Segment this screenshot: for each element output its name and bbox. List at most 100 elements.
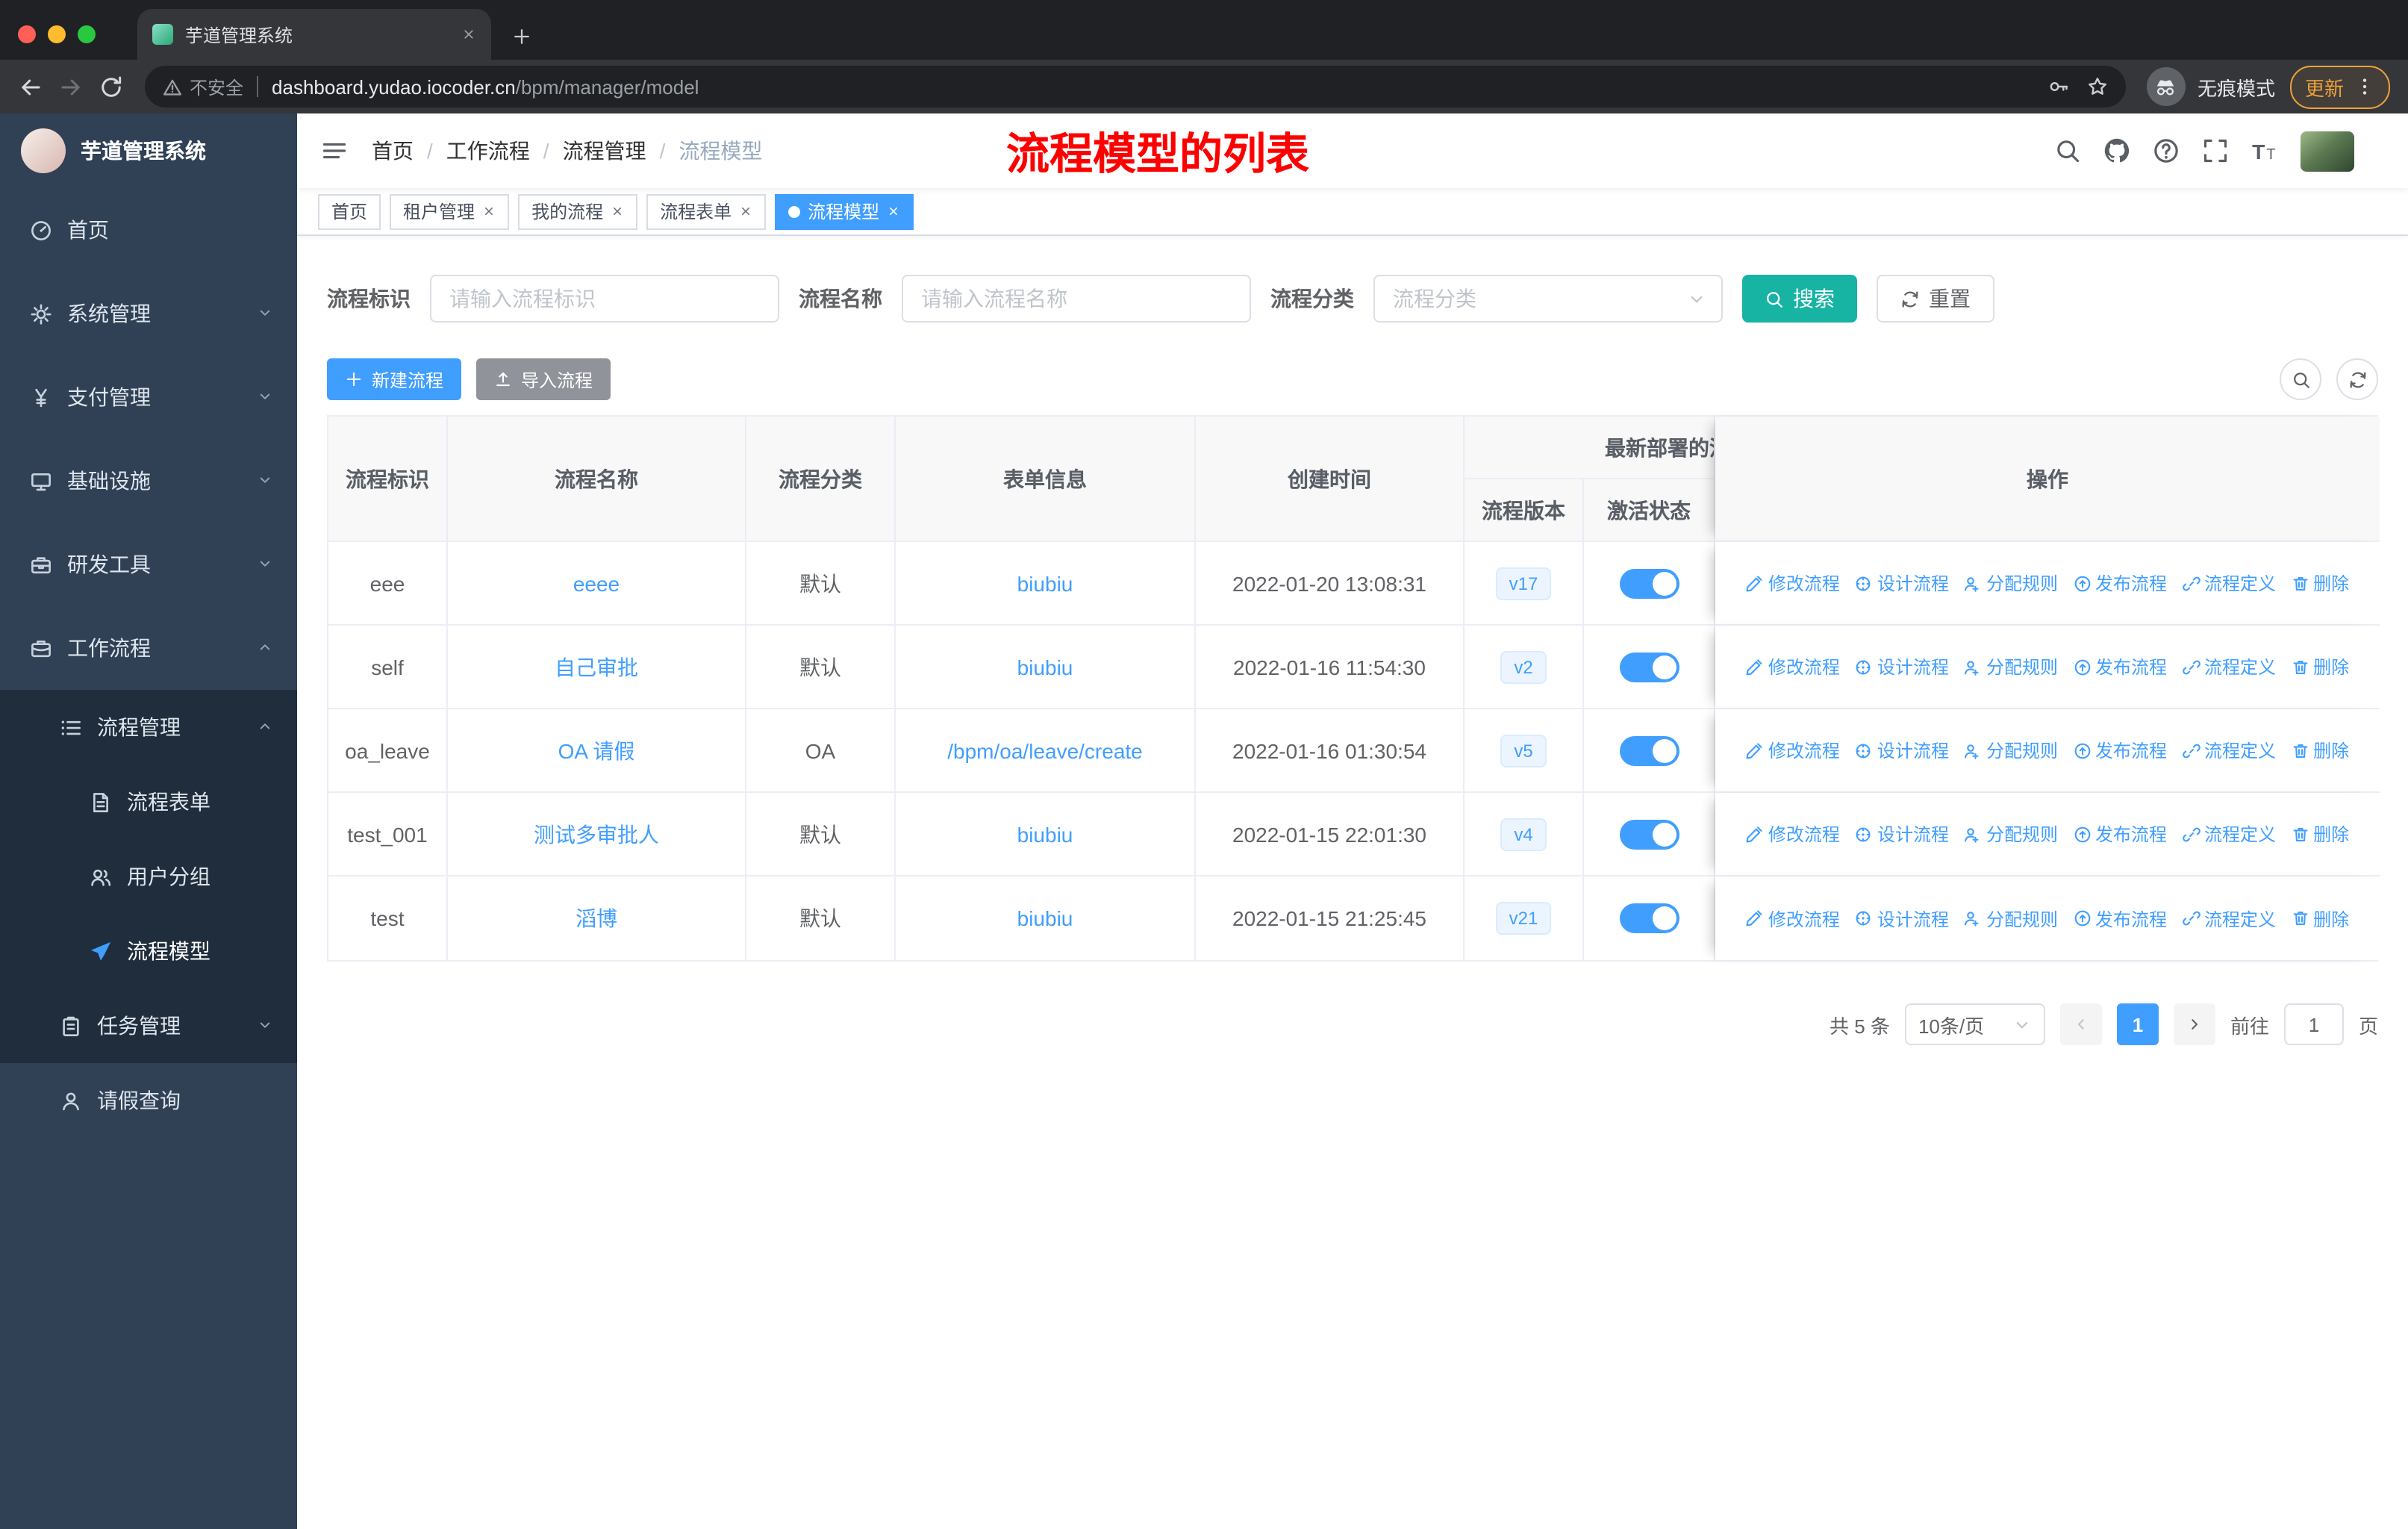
action-modify-process[interactable]: 修改流程 xyxy=(1746,738,1840,763)
create-process-button[interactable]: 新建流程 xyxy=(327,358,462,400)
category-select[interactable]: 流程分类 xyxy=(1373,275,1723,323)
help-icon[interactable] xyxy=(2153,137,2180,164)
form-info-link[interactable]: /bpm/oa/leave/create xyxy=(947,738,1143,762)
update-button[interactable]: 更新 xyxy=(2289,65,2390,108)
process-name-link[interactable]: 滔博 xyxy=(576,903,617,933)
import-process-button[interactable]: 导入流程 xyxy=(476,358,611,400)
reset-button[interactable]: 重置 xyxy=(1877,275,1994,323)
active-toggle[interactable] xyxy=(1619,903,1679,933)
breadcrumb-item-1[interactable]: 工作流程 xyxy=(446,136,530,166)
sidebar-item-payment-manage[interactable]: 支付管理 xyxy=(0,355,297,439)
tag-close-icon[interactable] xyxy=(887,205,900,218)
sidebar-item-process-form[interactable]: 流程表单 xyxy=(0,764,297,839)
action-assign-rule[interactable]: 分配规则 xyxy=(1964,738,2058,763)
process-name-link[interactable]: eeee xyxy=(573,571,620,595)
user-avatar[interactable] xyxy=(2301,131,2354,171)
toggle-search-button[interactable] xyxy=(2280,358,2321,400)
action-process-definition[interactable]: 流程定义 xyxy=(2182,654,2276,679)
form-info-link[interactable]: biubiu xyxy=(1017,571,1073,595)
forward-button[interactable] xyxy=(58,74,84,99)
action-modify-process[interactable]: 修改流程 xyxy=(1746,906,1840,931)
sidebar-item-workflow[interactable]: 工作流程 xyxy=(0,606,297,690)
tags-view-item-home[interactable]: 首页 xyxy=(318,193,381,229)
window-close-button[interactable] xyxy=(18,25,36,43)
action-delete[interactable]: 删除 xyxy=(2291,570,2349,596)
app-logo[interactable]: 芋道管理系统 xyxy=(0,113,297,188)
font-size-icon[interactable]: TT xyxy=(2251,137,2278,164)
process-name-link[interactable]: OA 请假 xyxy=(558,735,635,765)
active-toggle[interactable] xyxy=(1619,652,1679,682)
tag-close-icon[interactable] xyxy=(739,205,752,218)
breadcrumb-item-0[interactable]: 首页 xyxy=(372,136,414,166)
reload-button[interactable] xyxy=(99,74,124,99)
fullscreen-icon[interactable] xyxy=(2202,137,2229,164)
prev-page-button[interactable] xyxy=(2059,1003,2102,1045)
action-process-definition[interactable]: 流程定义 xyxy=(2182,906,2276,931)
tab-close-icon[interactable] xyxy=(461,27,476,42)
tags-view-item-process-model[interactable]: 流程模型 xyxy=(775,193,914,229)
tags-view-item-my-process[interactable]: 我的流程 xyxy=(518,193,638,229)
key-icon[interactable] xyxy=(2048,76,2069,97)
form-info-link[interactable]: biubiu xyxy=(1017,655,1073,679)
sidebar-item-dev-tools[interactable]: 研发工具 xyxy=(0,523,297,606)
sidebar-item-process-manage[interactable]: 流程管理 xyxy=(0,690,297,764)
action-modify-process[interactable]: 修改流程 xyxy=(1746,654,1840,679)
tags-view-item-process-form[interactable]: 流程表单 xyxy=(646,193,767,229)
form-info-link[interactable]: biubiu xyxy=(1017,822,1073,846)
security-chip[interactable]: 不安全 xyxy=(163,74,243,99)
sidebar-item-process-model[interactable]: 流程模型 xyxy=(0,914,297,988)
action-modify-process[interactable]: 修改流程 xyxy=(1746,570,1840,596)
header-search-icon[interactable] xyxy=(2054,137,2081,164)
action-assign-rule[interactable]: 分配规则 xyxy=(1964,654,2058,679)
sidebar-item-home[interactable]: 首页 xyxy=(0,188,297,272)
action-publish-process[interactable]: 发布流程 xyxy=(2073,906,2167,931)
action-process-definition[interactable]: 流程定义 xyxy=(2182,570,2276,596)
next-page-button[interactable] xyxy=(2173,1003,2215,1045)
sidebar-item-task-manage[interactable]: 任务管理 xyxy=(0,988,297,1063)
action-process-definition[interactable]: 流程定义 xyxy=(2182,738,2276,763)
browser-tab[interactable]: 芋道管理系统 xyxy=(137,9,491,60)
action-process-definition[interactable]: 流程定义 xyxy=(2182,821,2276,847)
action-modify-process[interactable]: 修改流程 xyxy=(1746,821,1840,847)
action-design-process[interactable]: 设计流程 xyxy=(1855,821,1949,847)
sidebar-item-user-group[interactable]: 用户分组 xyxy=(0,839,297,914)
process-name-link[interactable]: 测试多审批人 xyxy=(534,819,659,849)
process-key-input[interactable] xyxy=(430,275,779,323)
github-icon[interactable] xyxy=(2103,137,2130,164)
tag-close-icon[interactable] xyxy=(611,205,624,218)
tag-close-icon[interactable] xyxy=(482,205,496,218)
sidebar-item-infrastructure[interactable]: 基础设施 xyxy=(0,439,297,523)
action-publish-process[interactable]: 发布流程 xyxy=(2073,570,2167,596)
action-delete[interactable]: 删除 xyxy=(2291,738,2349,763)
page-size-select[interactable]: 10条/页 xyxy=(1904,1003,2045,1045)
process-name-input[interactable] xyxy=(902,275,1251,323)
incognito-badge[interactable]: 无痕模式 xyxy=(2146,67,2275,106)
active-toggle[interactable] xyxy=(1619,735,1679,765)
goto-page-input[interactable] xyxy=(2283,1003,2344,1045)
back-button[interactable] xyxy=(18,74,43,99)
window-minimize-button[interactable] xyxy=(48,25,66,43)
menu-dots-icon[interactable] xyxy=(2354,76,2375,97)
window-zoom-button[interactable] xyxy=(78,25,96,43)
refresh-table-button[interactable] xyxy=(2336,358,2378,400)
bookmark-star-icon[interactable] xyxy=(2087,76,2108,97)
search-button[interactable]: 搜索 xyxy=(1742,275,1857,323)
active-toggle[interactable] xyxy=(1619,568,1679,598)
action-delete[interactable]: 删除 xyxy=(2291,654,2349,679)
action-design-process[interactable]: 设计流程 xyxy=(1855,906,1949,931)
action-publish-process[interactable]: 发布流程 xyxy=(2073,821,2167,847)
page-1-button[interactable]: 1 xyxy=(2116,1003,2159,1045)
breadcrumb-item-2[interactable]: 流程管理 xyxy=(563,136,646,166)
action-assign-rule[interactable]: 分配规则 xyxy=(1964,570,2058,596)
action-design-process[interactable]: 设计流程 xyxy=(1855,570,1949,596)
active-toggle[interactable] xyxy=(1619,819,1679,849)
sidebar-item-system-manage[interactable]: 系统管理 xyxy=(0,272,297,355)
action-assign-rule[interactable]: 分配规则 xyxy=(1964,906,2058,931)
new-tab-button[interactable] xyxy=(512,27,531,46)
address-bar[interactable]: 不安全 dashboard.yudao.iocoder.cn/bpm/manag… xyxy=(145,66,2126,108)
action-publish-process[interactable]: 发布流程 xyxy=(2073,654,2167,679)
action-design-process[interactable]: 设计流程 xyxy=(1855,738,1949,763)
form-info-link[interactable]: biubiu xyxy=(1017,906,1073,930)
action-delete[interactable]: 删除 xyxy=(2291,906,2349,931)
action-design-process[interactable]: 设计流程 xyxy=(1855,654,1949,679)
